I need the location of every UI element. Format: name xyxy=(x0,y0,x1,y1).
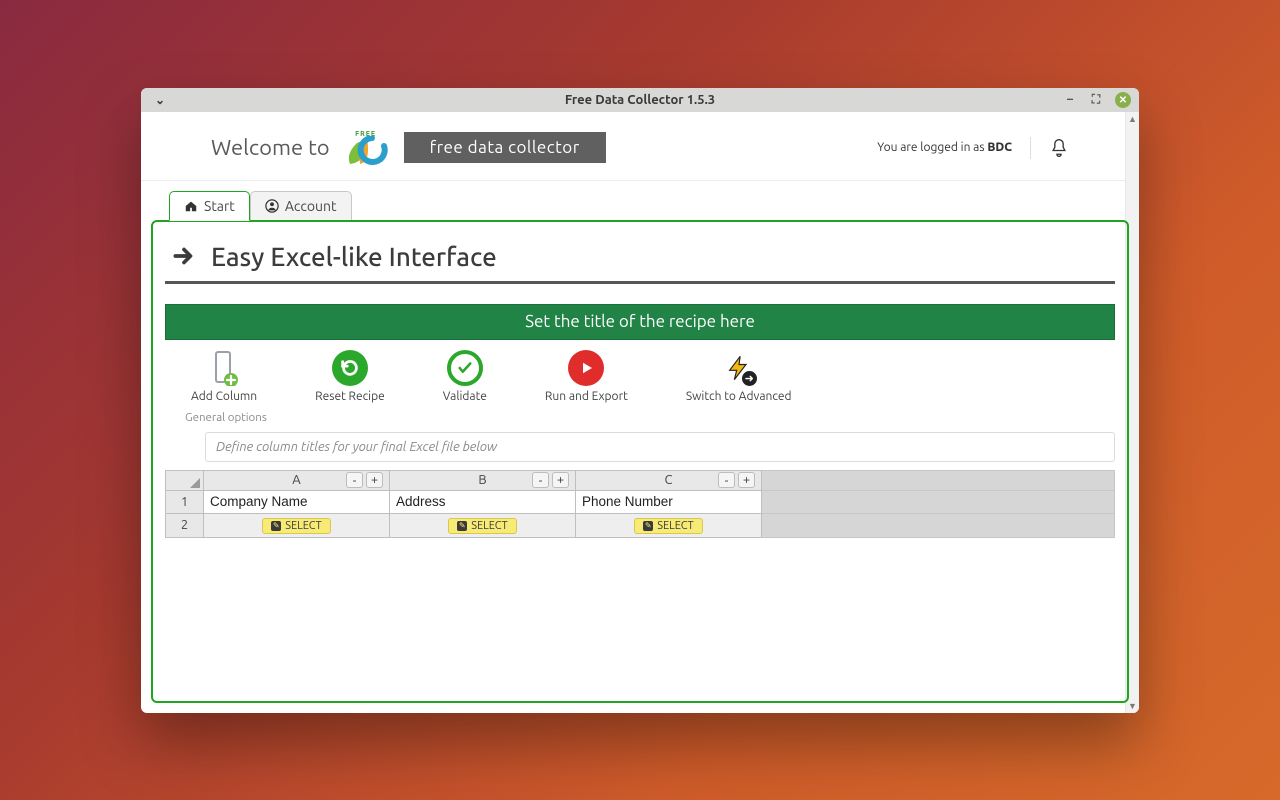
validate-icon xyxy=(447,350,483,386)
col-b-add-button[interactable]: + xyxy=(552,472,569,488)
cell-b1[interactable] xyxy=(390,490,576,513)
col-b-remove-button[interactable]: - xyxy=(532,472,549,488)
col-c-add-button[interactable]: + xyxy=(738,472,755,488)
window-menu-icon[interactable]: ⌄ xyxy=(155,93,165,107)
cell-blank xyxy=(762,490,1115,513)
edit-icon xyxy=(271,521,281,531)
cell-c2: SELECT xyxy=(576,513,762,537)
bell-icon xyxy=(1049,137,1069,159)
tab-account[interactable]: Account xyxy=(250,191,352,220)
recipe-title-placeholder: Set the title of the recipe here xyxy=(525,312,755,331)
row-header-1[interactable]: 1 xyxy=(166,490,204,513)
cell-a1[interactable] xyxy=(204,490,390,513)
main-panel: Easy Excel-like Interface Set the title … xyxy=(151,220,1129,703)
sheet-corner[interactable] xyxy=(166,470,204,490)
app-logo: FREE xyxy=(344,130,388,166)
column-header-b[interactable]: B - + xyxy=(390,470,576,490)
col-c-remove-button[interactable]: - xyxy=(718,472,735,488)
select-a2-button[interactable]: SELECT xyxy=(262,518,331,534)
switch-advanced-label: Switch to Advanced xyxy=(686,390,792,403)
login-prefix: You are logged in as xyxy=(877,141,987,154)
edit-icon xyxy=(457,521,467,531)
app-banner: free data collector xyxy=(404,132,606,163)
login-user: BDC xyxy=(987,141,1012,154)
scroll-up-icon[interactable]: ▲ xyxy=(1128,114,1137,124)
column-header-a[interactable]: A - + xyxy=(204,470,390,490)
login-status: You are logged in as BDC xyxy=(877,141,1012,154)
scroll-down-icon[interactable]: ▼ xyxy=(1128,701,1137,711)
tab-row: Start Account xyxy=(141,191,1139,220)
welcome-text: Welcome to xyxy=(211,135,330,160)
run-export-label: Run and Export xyxy=(545,390,628,403)
edit-icon xyxy=(643,521,653,531)
general-options-label: General options xyxy=(165,409,1115,428)
validate-button[interactable]: Validate xyxy=(443,350,487,403)
helper-text: Define column titles for your final Exce… xyxy=(205,432,1115,462)
select-b2-button[interactable]: SELECT xyxy=(448,518,517,534)
action-toolbar: Add Column Reset Recipe Validate xyxy=(165,340,1115,409)
notifications-button[interactable] xyxy=(1049,137,1069,159)
close-button[interactable]: ✕ xyxy=(1115,92,1131,108)
validate-label: Validate xyxy=(443,390,487,403)
recipe-title-input[interactable]: Set the title of the recipe here xyxy=(165,304,1115,340)
add-column-button[interactable]: Add Column xyxy=(191,350,257,403)
titlebar: ⌄ Free Data Collector 1.5.3 – ⛶ ✕ xyxy=(141,88,1139,112)
cell-a1-input[interactable] xyxy=(204,491,389,513)
select-label: SELECT xyxy=(285,520,322,532)
cell-a2: SELECT xyxy=(204,513,390,537)
row-header-2[interactable]: 2 xyxy=(166,513,204,537)
cell-c1-input[interactable] xyxy=(576,491,761,513)
minimize-button[interactable]: – xyxy=(1063,93,1077,107)
app-header: Welcome to FREE free data collector You … xyxy=(141,112,1139,181)
col-a-add-button[interactable]: + xyxy=(366,472,383,488)
add-column-label: Add Column xyxy=(191,390,257,403)
select-label: SELECT xyxy=(471,520,508,532)
add-column-icon xyxy=(209,350,239,386)
tab-account-label: Account xyxy=(285,198,337,214)
logo-icon xyxy=(344,136,388,166)
select-c2-button[interactable]: SELECT xyxy=(634,518,703,534)
user-icon xyxy=(265,199,279,213)
reset-icon xyxy=(332,350,368,386)
select-label: SELECT xyxy=(657,520,694,532)
tab-start-label: Start xyxy=(204,198,235,214)
column-header-c[interactable]: C - + xyxy=(576,470,762,490)
arrow-right-icon xyxy=(171,243,197,269)
page-title-row: Easy Excel-like Interface xyxy=(165,238,1115,284)
app-window: ⌄ Free Data Collector 1.5.3 – ⛶ ✕ ▲ ▼ We… xyxy=(141,88,1139,713)
tab-start[interactable]: Start xyxy=(169,191,250,221)
reset-recipe-button[interactable]: Reset Recipe xyxy=(315,350,385,403)
maximize-button[interactable]: ⛶ xyxy=(1089,93,1103,107)
reset-recipe-label: Reset Recipe xyxy=(315,390,385,403)
cell-blank xyxy=(762,513,1115,537)
cell-c1[interactable] xyxy=(576,490,762,513)
col-a-remove-button[interactable]: - xyxy=(346,472,363,488)
client-area: ▲ ▼ Welcome to FREE free data collector … xyxy=(141,112,1139,713)
spreadsheet: A - + B - + xyxy=(165,470,1115,538)
column-header-blank xyxy=(762,470,1115,490)
run-export-button[interactable]: Run and Export xyxy=(545,350,628,403)
lightning-icon: ➜ xyxy=(721,350,757,386)
cell-b1-input[interactable] xyxy=(390,491,575,513)
home-icon xyxy=(184,199,198,213)
divider xyxy=(1030,137,1031,159)
play-icon xyxy=(568,350,604,386)
switch-advanced-button[interactable]: ➜ Switch to Advanced xyxy=(686,350,792,403)
window-title: Free Data Collector 1.5.3 xyxy=(141,93,1139,107)
page-heading: Easy Excel-like Interface xyxy=(211,242,497,271)
cell-b2: SELECT xyxy=(390,513,576,537)
